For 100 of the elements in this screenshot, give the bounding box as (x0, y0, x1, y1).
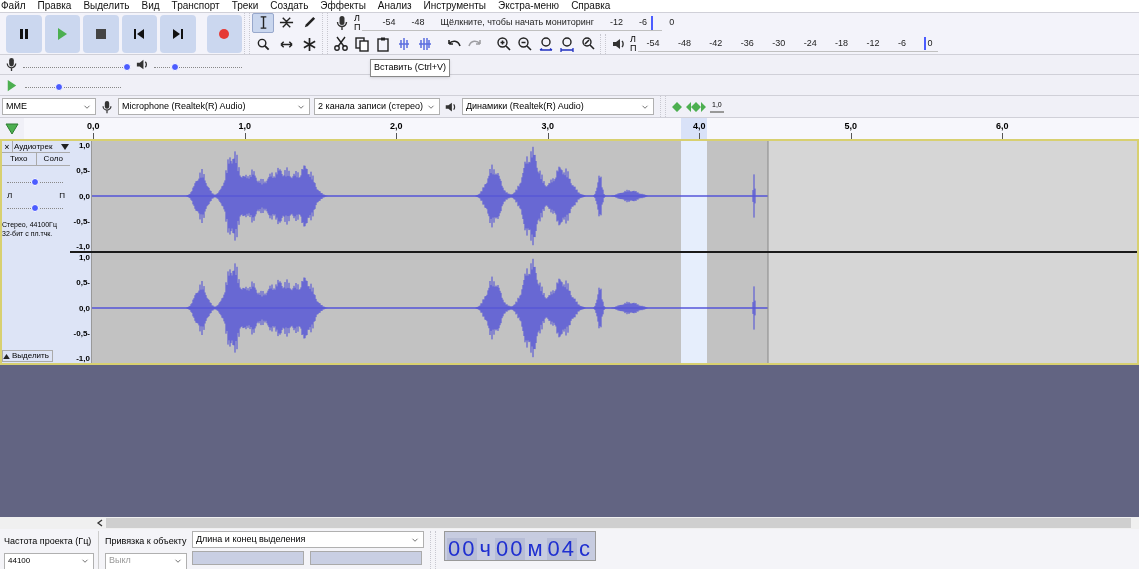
time-unit-label: ч (478, 538, 494, 560)
slider-thumb[interactable] (31, 178, 39, 186)
scale-label: -0,5- (73, 328, 90, 338)
field-label: Частота проекта (Гц) (4, 535, 93, 548)
meter-tick-label: -48 (411, 16, 425, 29)
ruler-label: 2,0 (390, 120, 403, 133)
menu-item[interactable]: Инструменты (423, 0, 486, 12)
project-rate-dropdown[interactable]: 44100 (4, 552, 94, 569)
record-button[interactable] (206, 14, 242, 53)
ruler-label: 5,0 (844, 120, 857, 133)
meter-tick-label: -42 (709, 36, 723, 50)
time-unit-label: м (526, 538, 546, 560)
scale-label: 1,0 (78, 141, 90, 150)
meter-tick-label: -12 (866, 36, 880, 50)
field-label: Привязка к объекту (105, 535, 188, 548)
pan-right-label: П (59, 192, 65, 200)
meter-tick-label: -54 (646, 36, 660, 50)
meter-tick-label: 0 (924, 36, 933, 50)
menu-item[interactable]: Вид (141, 0, 160, 12)
meter-tick-label: -24 (803, 36, 817, 50)
pause-button[interactable] (6, 14, 42, 53)
magnifier-icon (255, 37, 271, 52)
scale-label: -1,0 (76, 354, 90, 363)
menu-item[interactable]: Анализ (377, 0, 412, 12)
channel-label: П (354, 23, 361, 33)
envelope-icon (278, 15, 294, 30)
menu-item[interactable]: Выделить (83, 0, 130, 12)
menu-item[interactable]: Создать (270, 0, 309, 12)
playback-meter[interactable]: -54 -48 -42 -36 -30 -24 -18 -12 -6 0 (638, 35, 939, 52)
microphone-icon (100, 99, 114, 114)
skip-end-button[interactable] (160, 14, 196, 53)
select-track-button[interactable]: Выделить (2, 350, 53, 362)
menu-item[interactable]: Транспорт (171, 0, 220, 12)
menu-item[interactable]: Правка (37, 0, 72, 12)
meter-tick-label: 0 (669, 16, 675, 29)
slider-thumb[interactable] (54, 83, 63, 91)
scale-label: 0,0 (78, 191, 90, 201)
waveform-drawing[interactable] (92, 141, 1137, 251)
menu-item[interactable]: Треки (231, 0, 259, 12)
scale-label: 0,0 (78, 303, 90, 313)
ruler-label: 6,0 (996, 120, 1009, 133)
time-unit-label: с (578, 538, 594, 560)
menu-item[interactable]: Экстра-меню (497, 0, 560, 12)
meter-tick-label: -36 (740, 36, 754, 50)
menu-item[interactable]: Справка (571, 0, 611, 12)
ruler-label: 1,0 (238, 120, 251, 133)
skip-start-button[interactable] (121, 14, 157, 53)
ruler-label: 3,0 (541, 120, 554, 133)
asterisk-icon (301, 37, 317, 52)
clipboard-icon (374, 35, 391, 52)
empty-track-area[interactable] (0, 365, 1139, 517)
zoom-toggle-icon (579, 35, 596, 52)
close-track-button[interactable]: × (2, 141, 12, 152)
playback-device-dropdown[interactable]: Динамики (Realtek(R) Audio) (462, 98, 654, 115)
slider-thumb[interactable] (31, 204, 39, 212)
mute-button[interactable]: Тихо (2, 153, 37, 165)
slider-thumb[interactable] (122, 62, 131, 71)
meter-tick-label: -54 (382, 16, 396, 29)
channel-label: П (630, 43, 637, 53)
channel-label: Л (354, 14, 361, 24)
scissors-icon (332, 35, 349, 52)
select-tool-button[interactable] (252, 12, 274, 33)
up-triangle-icon (3, 353, 10, 359)
stop-button[interactable] (83, 14, 119, 53)
meter-tick-label: -30 (772, 36, 786, 50)
fit-selection-icon (537, 35, 554, 52)
time-digits: 00 (494, 538, 526, 560)
silence-waveform-icon (416, 35, 433, 52)
slider-thumb[interactable] (171, 62, 180, 71)
scale-label: -0,5- (73, 216, 90, 226)
ruler-label: 0,0 (87, 120, 100, 133)
dropdown-caret-icon[interactable] (61, 143, 69, 150)
solo-button[interactable]: Соло (36, 153, 70, 165)
waveform-drawing[interactable] (92, 253, 1137, 363)
scroll-left-icon[interactable] (96, 519, 104, 527)
horizontal-scrollbar[interactable] (0, 517, 1139, 529)
zoom-in-icon (495, 35, 512, 52)
selection-format-dropdown[interactable]: Длина и конец выделения (192, 531, 424, 548)
audio-position-display[interactable]: 00 ч 00 м 04 с (444, 531, 597, 561)
selection-start-field[interactable] (192, 551, 304, 565)
menu-item[interactable]: Файл (1, 0, 26, 12)
meter-tick-label: -6 (897, 36, 906, 50)
time-digits: 04 (546, 538, 578, 560)
time-digits: 00 (447, 538, 478, 560)
menu-item[interactable]: Эффекты (320, 0, 366, 12)
microphone-icon (4, 57, 19, 72)
scale-label: 1,0 (78, 253, 90, 262)
meter-prompt: Щёлкните, чтобы начать мониторинг (440, 16, 595, 29)
selection-end-field[interactable] (310, 551, 422, 565)
meter-tick-label: -18 (835, 36, 849, 50)
zoom-out-icon (516, 35, 533, 52)
audio-host-dropdown[interactable]: MME (2, 98, 96, 115)
ruler-label: 4,0 (693, 120, 706, 133)
timeline-ruler[interactable]: 0,0 1,0 2,0 3,0 4,0 5,0 6,0 (24, 118, 1139, 139)
microphone-icon (334, 15, 350, 32)
scale-label: 0,5- (76, 166, 90, 176)
tooltip: Вставить (Ctrl+V) (370, 59, 450, 77)
recording-channels-dropdown[interactable]: 2 канала записи (стерео) (314, 98, 440, 115)
recording-device-dropdown[interactable]: Microphone (Realtek(R) Audio) (118, 98, 310, 115)
play-speed-icon[interactable] (672, 100, 706, 113)
